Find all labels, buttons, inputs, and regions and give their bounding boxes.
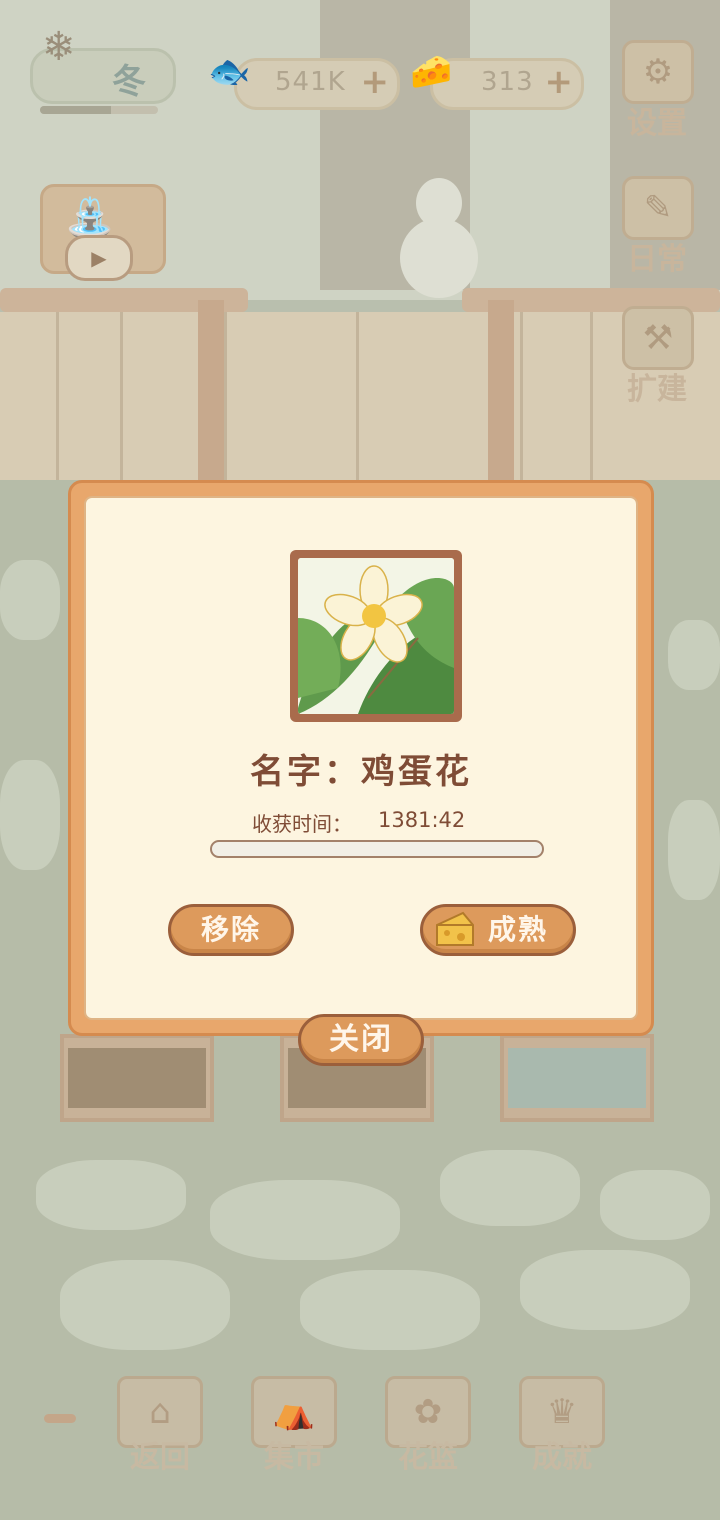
plant-pot[interactable] bbox=[500, 1034, 654, 1122]
gear-icon: ⚙ bbox=[622, 40, 694, 104]
plant-info-dialog: 名字：鸡蛋花 收获时间： 1381:42 移除 成熟 bbox=[68, 480, 654, 1036]
achievement-label: 成就 bbox=[532, 1440, 592, 1475]
plant-name: 名字：鸡蛋花 bbox=[250, 752, 472, 792]
mature-label: 成熟 bbox=[487, 913, 548, 946]
note-icon: ✎ bbox=[622, 176, 694, 240]
expand-button[interactable]: ⚒ 扩建 bbox=[622, 306, 694, 410]
add-fish-button[interactable]: + bbox=[361, 65, 390, 99]
market-button[interactable]: ⛺ 集市 bbox=[246, 1376, 342, 1486]
cheese-amount: 313 bbox=[481, 67, 534, 97]
harvest-progress-bar bbox=[210, 840, 544, 858]
snowman-decoration bbox=[390, 178, 486, 298]
fish-bone-icon: 🐟 bbox=[208, 52, 251, 92]
plant-pot[interactable] bbox=[60, 1034, 214, 1122]
fish-counter: 541K + bbox=[234, 58, 400, 110]
expand-label: 扩建 bbox=[627, 372, 687, 407]
basket-button[interactable]: ✿ 花篮 bbox=[380, 1376, 476, 1486]
settings-label: 设置 bbox=[627, 106, 687, 141]
back-label: 返回 bbox=[130, 1440, 190, 1475]
plant-portrait-frame bbox=[290, 550, 462, 722]
daily-button[interactable]: ✎ 日常 bbox=[622, 176, 694, 280]
settings-button[interactable]: ⚙ 设置 bbox=[622, 40, 694, 144]
basket-label: 花篮 bbox=[398, 1440, 458, 1475]
achievement-button[interactable]: ♛ 成就 bbox=[514, 1376, 610, 1486]
season-label: 冬 bbox=[112, 62, 146, 102]
cheese-icon: 🧀 bbox=[410, 52, 453, 92]
dialog-panel: 名字：鸡蛋花 收获时间： 1381:42 移除 成熟 bbox=[84, 496, 638, 1020]
frangipani-flower-icon bbox=[298, 558, 454, 714]
daily-label: 日常 bbox=[627, 242, 687, 277]
close-label: 关闭 bbox=[329, 1022, 393, 1057]
nav-collapse-handle[interactable] bbox=[44, 1414, 76, 1423]
season-progress-bar bbox=[40, 106, 158, 114]
winter-tree-icon: ❄ bbox=[42, 24, 76, 70]
fish-amount: 541K bbox=[275, 67, 346, 97]
remove-label: 移除 bbox=[200, 913, 261, 946]
back-button[interactable]: ⌂ 返回 bbox=[112, 1376, 208, 1486]
cheese-counter: 313 + bbox=[430, 58, 584, 110]
watering-video-button[interactable]: ⛲ ▶ bbox=[40, 184, 166, 281]
mature-button[interactable]: 成熟 bbox=[420, 904, 576, 956]
play-icon: ▶ bbox=[65, 235, 133, 281]
season-indicator: ❄ 冬 bbox=[30, 22, 178, 114]
add-cheese-button[interactable]: + bbox=[545, 65, 574, 99]
harvest-time-label: 收获时间： bbox=[252, 812, 352, 836]
remove-button[interactable]: 移除 bbox=[168, 904, 294, 956]
close-button[interactable]: 关闭 bbox=[298, 1014, 424, 1066]
hammer-icon: ⚒ bbox=[622, 306, 694, 370]
cheese-icon bbox=[436, 911, 474, 946]
harvest-time-value: 1381:42 bbox=[378, 808, 466, 832]
market-label: 集市 bbox=[264, 1440, 324, 1475]
